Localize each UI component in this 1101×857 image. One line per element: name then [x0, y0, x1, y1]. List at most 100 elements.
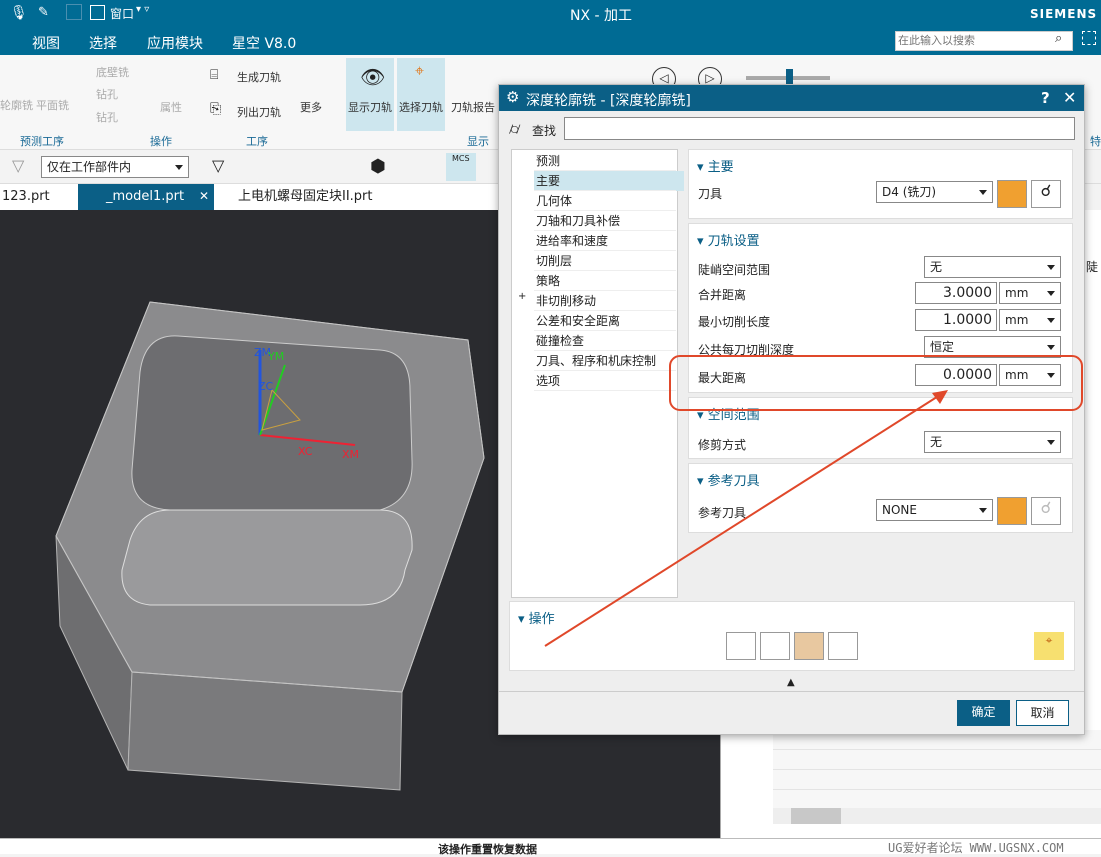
window-dropdown-icon[interactable]: ▾ ▿ — [136, 4, 149, 15]
window-menu[interactable]: 窗口 — [110, 5, 134, 22]
max-distance-input[interactable]: 0.0000 — [915, 364, 997, 386]
ref-tool-select[interactable]: NONE — [876, 499, 993, 521]
menu-view[interactable]: 视图 — [32, 33, 60, 53]
filter-icon[interactable]: ▽ — [12, 156, 24, 175]
tree-item-predict[interactable]: 预测 — [534, 151, 676, 171]
title-bar: 🎙 ✎ 窗口 ▾ ▿ NX - 加工 SIEMENS — [0, 0, 1101, 28]
siemens-logo: SIEMENS — [1030, 7, 1098, 21]
watermark: UG爱好者论坛 WWW.UGSNX.COM — [888, 841, 1064, 855]
menu-application[interactable]: 应用模块 — [147, 33, 203, 53]
operations-header[interactable]: ▾ 操作 — [518, 608, 555, 627]
expand-icon[interactable]: + — [518, 291, 526, 302]
generate-toolpath-button[interactable]: 生成刀轨 — [237, 69, 281, 85]
binoculars-icon: ⌭ — [509, 119, 521, 138]
cube-icon[interactable]: ⬢ — [370, 156, 386, 177]
merge-unit-select[interactable]: mm — [999, 282, 1061, 304]
tree-item-tolerance[interactable]: 公差和安全距离 — [534, 311, 676, 331]
toolpath-report-button[interactable]: 刀轨报告 — [451, 99, 495, 115]
trim-label: 修剪方式 — [698, 438, 747, 452]
dialog-title-bar[interactable]: ⚙ 深度轮廓铣 - [深度轮廓铣] ? ✕ — [499, 85, 1084, 111]
list-button[interactable] — [828, 632, 858, 660]
tree-item-non-cutting[interactable]: 非切削移动 — [534, 291, 676, 311]
floor-wall-button[interactable]: 底壁铣 — [96, 64, 129, 80]
eye-icon: 👁 — [360, 65, 386, 89]
tree-item-main[interactable]: 主要 — [534, 171, 676, 191]
microphone-icon[interactable]: 🎙 — [10, 5, 28, 21]
tree-item-geometry[interactable]: 几何体 — [534, 191, 676, 211]
drill-button-1[interactable]: 钻孔 — [96, 86, 118, 102]
status-bar: 该操作重置恢复数据 UG爱好者论坛 WWW.UGSNX.COM — [0, 838, 1101, 856]
find-label: 查找 — [532, 124, 557, 138]
depth-per-cut-label: 公共每刀切削深度 — [698, 343, 795, 357]
group-feature: 特 — [1090, 135, 1101, 148]
tab-motor-nut[interactable]: 上电机螺母固定块II.prt — [220, 184, 379, 210]
xc-label: XC — [298, 445, 313, 458]
contour-mill-button[interactable]: 轮廓铣 — [0, 97, 33, 113]
group-process: 工序 — [246, 135, 268, 148]
main-group-header[interactable]: ▾ 主要 — [697, 156, 734, 175]
trim-select[interactable]: 无 — [924, 431, 1061, 453]
ref-tool-label: 参考刀具 — [698, 506, 747, 520]
tree-item-feeds[interactable]: 进给率和速度 — [534, 231, 676, 251]
menu-select[interactable]: 选择 — [89, 33, 117, 53]
new-ref-tool-button[interactable] — [997, 497, 1027, 525]
properties-button[interactable]: 属性 — [160, 99, 182, 115]
show-toolpath-button[interactable]: 显示刀轨 — [348, 99, 392, 115]
space-range-header[interactable]: ▾ 空间范围 — [697, 404, 760, 423]
drill-button-2[interactable]: 钻孔 — [96, 109, 118, 125]
window-icon — [90, 5, 105, 20]
verify-button[interactable] — [794, 632, 824, 660]
tree-item-tool-axis[interactable]: 刀轴和刀具补偿 — [534, 211, 676, 231]
planar-mill-button[interactable]: 平面铣 — [36, 97, 69, 113]
cavity-contour-mill-dialog: ⚙ 深度轮廓铣 - [深度轮廓铣] ? ✕ ⌭ 查找 预测 主要 几何体 刀轴和… — [498, 84, 1085, 735]
cancel-button[interactable]: 取消 — [1016, 700, 1069, 726]
mcs-button[interactable]: MCS — [446, 153, 476, 181]
type-filter-icon[interactable]: ▽ — [212, 156, 224, 175]
dialog-title: 深度轮廓铣 - [深度轮廓铣] — [526, 93, 691, 109]
list-toolpath-button[interactable]: 列出刀轨 — [237, 104, 281, 120]
tree-item-options[interactable]: 选项 — [534, 371, 676, 391]
new-tool-button[interactable] — [997, 180, 1027, 208]
space-header-label: 空间范围 — [707, 408, 760, 423]
tree-item-collision[interactable]: 碰撞检查 — [534, 331, 676, 351]
replay-button[interactable] — [760, 632, 790, 660]
ok-button[interactable]: 确定 — [957, 700, 1010, 726]
select-toolpath-icon[interactable]: ⌖ — [1034, 632, 1064, 660]
search-input[interactable] — [895, 31, 1073, 51]
tab-123[interactable]: 123.prt — [0, 184, 56, 210]
depth-per-cut-select[interactable]: 恒定 — [924, 336, 1061, 358]
generate-button[interactable] — [726, 632, 756, 660]
filter-scope-select[interactable]: 仅在工作部件内 — [41, 156, 189, 178]
close-tab-icon[interactable]: ✕ — [199, 189, 209, 203]
touch-mode-icon[interactable]: ✎ — [38, 5, 49, 20]
search-icon[interactable]: ⌕ — [1055, 31, 1062, 46]
horizontal-scrollbar[interactable] — [773, 808, 1101, 824]
max-distance-unit-select[interactable]: mm — [999, 364, 1061, 386]
tool-select[interactable]: D4 (铣刀) — [876, 181, 993, 203]
window-switch-icon[interactable] — [66, 4, 82, 20]
tree-item-machine-control[interactable]: 刀具、程序和机床控制 — [534, 351, 676, 371]
min-cut-length-input[interactable]: 1.0000 — [915, 309, 997, 331]
tab-model1[interactable]: _model1.prt — [78, 184, 214, 210]
reference-tool-header[interactable]: ▾ 参考刀具 — [697, 470, 760, 489]
fullscreen-icon[interactable] — [1082, 31, 1096, 45]
tree-item-cut-levels[interactable]: 切削层 — [534, 251, 676, 271]
merge-distance-input[interactable]: 3.0000 — [915, 282, 997, 304]
more-button[interactable]: 更多 — [300, 99, 322, 115]
find-input[interactable] — [564, 117, 1075, 140]
tree-item-strategy[interactable]: 策略 — [534, 271, 676, 291]
column-header: 陡 — [1086, 260, 1099, 274]
main-group: ▾ 主要 刀具 D4 (铣刀) ☌ — [688, 149, 1073, 219]
menu-xingkong[interactable]: 星空 V8.0 — [232, 33, 296, 53]
collapse-icon[interactable]: ▲ — [787, 677, 795, 688]
reference-tool-group: ▾ 参考刀具 参考刀具 NONE ☌ — [688, 463, 1073, 533]
mcs-label: MCS — [452, 154, 470, 163]
min-cut-unit-select[interactable]: mm — [999, 309, 1061, 331]
steep-select[interactable]: 无 — [924, 256, 1061, 278]
select-toolpath-button[interactable]: 选择刀轨 — [399, 99, 443, 115]
close-button[interactable]: ✕ — [1063, 88, 1076, 107]
path-settings-header[interactable]: ▾ 刀轨设置 — [697, 230, 760, 249]
help-button[interactable]: ? — [1041, 89, 1050, 107]
edit-tool-icon[interactable]: ☌ — [1031, 180, 1061, 208]
gear-icon: ⚙ — [506, 88, 520, 106]
